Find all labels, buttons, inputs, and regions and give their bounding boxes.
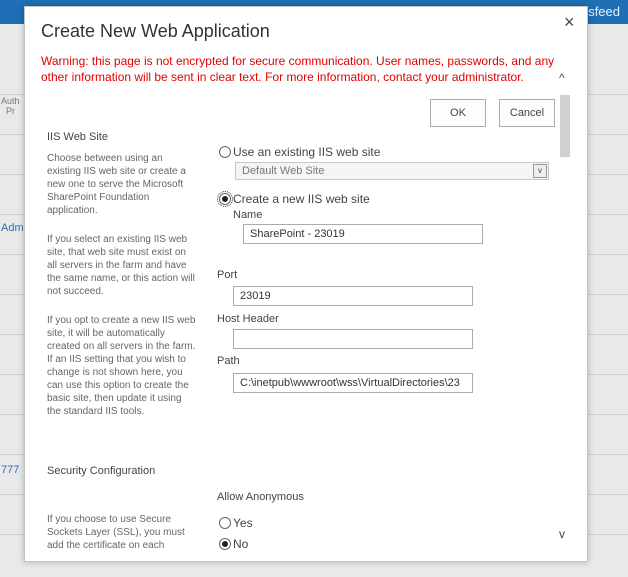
port-input[interactable]: 23019 xyxy=(233,286,473,306)
allow-anonymous-label: Allow Anonymous xyxy=(217,491,304,503)
security-description: If you choose to use Secure Sockets Laye… xyxy=(47,514,185,551)
background-label: Pr xyxy=(6,106,15,116)
background-label: Auth xyxy=(1,96,20,106)
dialog-scrollbar[interactable]: ^ v xyxy=(557,67,573,557)
anonymous-yes-option[interactable]: Yes xyxy=(219,516,253,530)
iis-web-site-heading: IIS Web Site xyxy=(47,131,108,143)
create-new-site-option[interactable]: Create a new IIS web site xyxy=(217,191,370,207)
host-header-input[interactable] xyxy=(233,329,473,349)
port-label: Port xyxy=(217,269,238,281)
use-existing-site-option[interactable]: Use an existing IIS web site xyxy=(219,145,380,159)
background-link[interactable]: 777 xyxy=(1,464,19,476)
scrollbar-thumb[interactable] xyxy=(560,95,570,157)
cancel-button[interactable]: Cancel xyxy=(499,99,555,127)
existing-site-select[interactable]: Default Web Site v xyxy=(235,162,549,180)
anonymous-no-option[interactable]: No xyxy=(219,537,248,551)
iis-description-new: If you opt to create a new IIS web site,… xyxy=(47,315,196,417)
chevron-down-icon[interactable]: v xyxy=(533,164,547,178)
close-icon[interactable]: × xyxy=(564,13,575,31)
host-header-label: Host Header xyxy=(217,313,279,325)
chevron-up-icon[interactable]: ^ xyxy=(559,71,565,85)
iis-description-existing: If you select an existing IIS web site, … xyxy=(47,234,195,297)
chevron-down-icon[interactable]: v xyxy=(559,527,565,541)
iis-description-choose: Choose between using an existing IIS web… xyxy=(47,153,186,216)
ok-button[interactable]: OK xyxy=(430,99,486,127)
dialog-title: Create New Web Application xyxy=(41,21,270,41)
security-warning: Warning: this page is not encrypted for … xyxy=(41,54,555,84)
name-label: Name xyxy=(233,209,263,221)
anonymous-yes-radio[interactable] xyxy=(219,517,231,529)
path-label: Path xyxy=(217,355,240,367)
background-link[interactable]: Adm xyxy=(1,222,24,234)
create-new-radio[interactable] xyxy=(217,191,233,207)
use-existing-label: Use an existing IIS web site xyxy=(233,145,381,159)
create-web-application-dialog: Create New Web Application Warning: this… xyxy=(24,6,588,562)
anonymous-yes-label: Yes xyxy=(233,516,253,530)
site-name-input[interactable]: SharePoint - 23019 xyxy=(243,224,483,244)
create-new-label: Create a new IIS web site xyxy=(233,192,370,206)
use-existing-radio[interactable] xyxy=(219,146,231,158)
anonymous-no-label: No xyxy=(233,537,249,551)
anonymous-no-radio[interactable] xyxy=(219,538,231,550)
path-input[interactable]: C:\inetpub\wwwroot\wss\VirtualDirectorie… xyxy=(233,373,473,393)
background-newsfeed-link: sfeed xyxy=(588,4,620,19)
existing-site-select-value: Default Web Site xyxy=(242,165,325,177)
security-configuration-heading: Security Configuration xyxy=(47,465,156,477)
